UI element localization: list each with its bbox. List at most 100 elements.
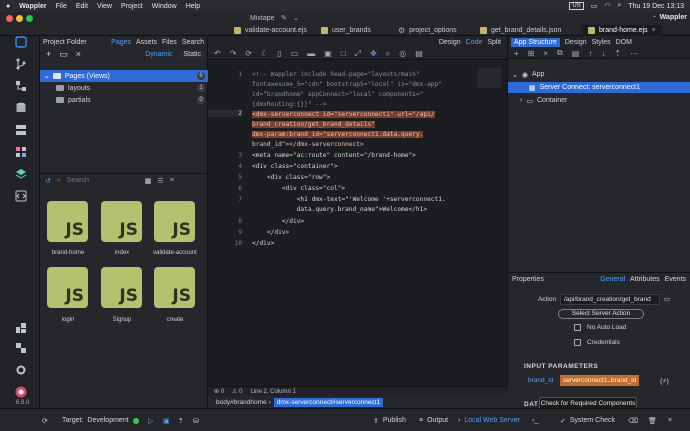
structure-node-app[interactable]: ⌄ ◉ App — [508, 69, 690, 80]
edit-title-icon[interactable]: ✎ — [281, 14, 287, 22]
code-line[interactable]: dmx-param:brand_id="serverconnect1.data.… — [252, 131, 424, 138]
structure-node-serverconnect1[interactable]: ▦ Server Connect: serverconnect1 — [508, 82, 690, 93]
tab-code-view[interactable]: Code — [466, 39, 483, 46]
menu-project[interactable]: Project — [121, 3, 143, 10]
tab-app-structure[interactable]: App Structure — [511, 37, 560, 47]
breadcrumb-selected[interactable]: dmx-serverconnect#serverconnect1 — [273, 397, 384, 407]
code-line[interactable]: id="brandhome" appConnect="local" compon… — [252, 91, 423, 98]
tree-item-pages[interactable]: ⌄ Pages (Views) 6 — [40, 70, 208, 82]
wifi-icon[interactable]: ◠ — [604, 2, 610, 10]
file-card-signup[interactable]: JS — [101, 267, 142, 308]
plugins-icon[interactable] — [15, 342, 27, 354]
file-card-login[interactable]: JS — [47, 267, 88, 308]
add-inside-icon[interactable]: ⊞ — [528, 49, 535, 58]
server-icon[interactable] — [15, 124, 27, 136]
gear-icon[interactable] — [15, 364, 27, 376]
clock[interactable]: Thu 19 Dec 13:13 — [628, 3, 684, 10]
tab-search[interactable]: Search — [182, 39, 204, 46]
code-line[interactable]: data.query.brand_name">Welcome</h1> — [252, 206, 427, 213]
action-input[interactable]: /api/brand_creation/get_brand — [560, 294, 660, 305]
code-snippets-icon[interactable] — [15, 190, 27, 202]
tree-item-layouts[interactable]: layouts 1 — [40, 82, 208, 94]
docker-icon[interactable]: ▣ — [163, 409, 170, 431]
tab-user-brands[interactable]: user_brands — [315, 25, 377, 36]
paste-icon[interactable]: ▤ — [572, 49, 580, 58]
tab-design-view[interactable]: Design — [439, 39, 461, 46]
terminal-icon[interactable]: ›_ — [532, 409, 538, 431]
tab-general[interactable]: General — [600, 276, 625, 283]
extensions-icon[interactable] — [15, 322, 27, 334]
code-line[interactable]: <h1 dmx-text="'Welcome '+serverconnect1. — [252, 196, 446, 203]
tab-design[interactable]: Design — [565, 39, 587, 46]
copy-icon[interactable]: ⧉ — [557, 48, 563, 58]
credentials-row[interactable]: Credentials — [574, 339, 620, 346]
mode-dynamic[interactable]: Dynamic — [145, 51, 172, 58]
database-icon[interactable]: ⛁ — [193, 409, 199, 431]
menu-window[interactable]: Window — [152, 3, 177, 10]
file-card-create[interactable]: JS — [154, 267, 195, 308]
tablet-icon[interactable]: ▭ — [291, 49, 299, 58]
fullscreen-icon[interactable]: ⤢ — [355, 49, 361, 59]
tab-validate-account[interactable]: validate-account.ejs — [228, 25, 313, 36]
workflows-icon[interactable] — [15, 80, 27, 92]
file-card-brand-home[interactable]: JS — [47, 201, 88, 242]
move-down-icon[interactable]: ↓ — [601, 49, 605, 58]
file-card-index[interactable]: JS — [101, 201, 142, 242]
tab-get-brand-details[interactable]: get_brand_details.json — [474, 25, 567, 36]
minimap[interactable] — [477, 68, 501, 88]
zoom-window-button[interactable] — [26, 15, 33, 22]
structure-node-container[interactable]: › ▭ Container — [508, 95, 690, 106]
local-server-button[interactable]: › Local Web Server — [458, 409, 520, 431]
collapse-icon[interactable]: ⇡ — [614, 49, 621, 58]
laptop-icon[interactable]: ▬ — [307, 49, 315, 58]
find-icon[interactable]: ⌕ — [386, 49, 390, 59]
search-icon[interactable]: ⌕ — [617, 2, 621, 10]
code-line[interactable]: brand_id"></dmx-serverconnect> — [252, 141, 364, 148]
tab-styles[interactable]: Styles — [592, 39, 611, 46]
run-icon[interactable]: ▷ — [148, 409, 153, 431]
delete-icon[interactable]: × — [76, 49, 81, 59]
code-line[interactable]: {dmxRouting:{}}" --> — [252, 101, 327, 108]
erase-icon[interactable]: ⌫ — [628, 409, 638, 431]
no-auto-load-row[interactable]: No Auto Load — [574, 324, 626, 331]
preview-icon[interactable]: ◎ — [399, 49, 406, 58]
phone-icon[interactable]: ▯ — [277, 49, 281, 58]
resources-icon[interactable] — [15, 146, 27, 158]
add-icon[interactable]: + — [514, 49, 519, 58]
dock-icon[interactable]: ▤ — [415, 49, 423, 58]
more-icon[interactable]: ⋯ — [630, 49, 638, 58]
add-page-icon[interactable]: + — [46, 49, 51, 59]
menu-app-name[interactable]: Wappler — [19, 3, 46, 10]
tab-brand-home[interactable]: brand-home.ejs × — [582, 25, 662, 36]
trash-icon[interactable]: 🗑 — [648, 409, 657, 431]
chevron-down-icon[interactable]: ⌄ — [293, 14, 299, 22]
file-card-validate-account[interactable]: JS — [154, 201, 195, 242]
database-icon[interactable] — [15, 102, 27, 114]
list-view-icon[interactable]: ☰ — [157, 177, 163, 185]
code-line[interactable]: </div> — [252, 218, 304, 225]
code-line[interactable]: </div> — [252, 240, 274, 247]
tab-dom[interactable]: DOM — [616, 39, 632, 46]
tab-project-options[interactable]: ⚙ project_options — [392, 25, 463, 36]
git-icon[interactable] — [15, 58, 27, 70]
close-tab-icon[interactable]: × — [652, 27, 656, 34]
notifications-icon[interactable]: ◔ — [652, 14, 656, 21]
tree-item-partials[interactable]: partials 0 — [40, 94, 208, 106]
desktop-icon[interactable]: ▣ — [324, 49, 332, 58]
target-selector[interactable]: Target: Development — [62, 409, 139, 431]
apple-menu-icon[interactable]: ● — [6, 3, 10, 10]
move-icon[interactable]: ✥ — [370, 49, 377, 58]
tab-events[interactable]: Events — [665, 276, 686, 283]
folder-open-icon[interactable]: ▭ — [664, 295, 670, 303]
menu-file[interactable]: File — [56, 3, 67, 10]
system-check-button[interactable]: ✓ System Check — [560, 409, 615, 431]
param-value-input[interactable]: serverconnect1..brand_id — [560, 375, 640, 386]
undo-icon[interactable]: ↶ — [214, 49, 221, 58]
wappler-logo-icon[interactable] — [15, 386, 27, 398]
dynamic-data-picker-icon[interactable]: {⚡} — [660, 377, 669, 385]
tab-assets[interactable]: Assets — [136, 39, 157, 46]
deploy-icon[interactable]: ⇡ — [178, 409, 184, 431]
credentials-checkbox[interactable] — [574, 339, 581, 346]
tab-pages[interactable]: Pages — [111, 39, 131, 46]
delete-icon[interactable]: × — [543, 49, 548, 58]
